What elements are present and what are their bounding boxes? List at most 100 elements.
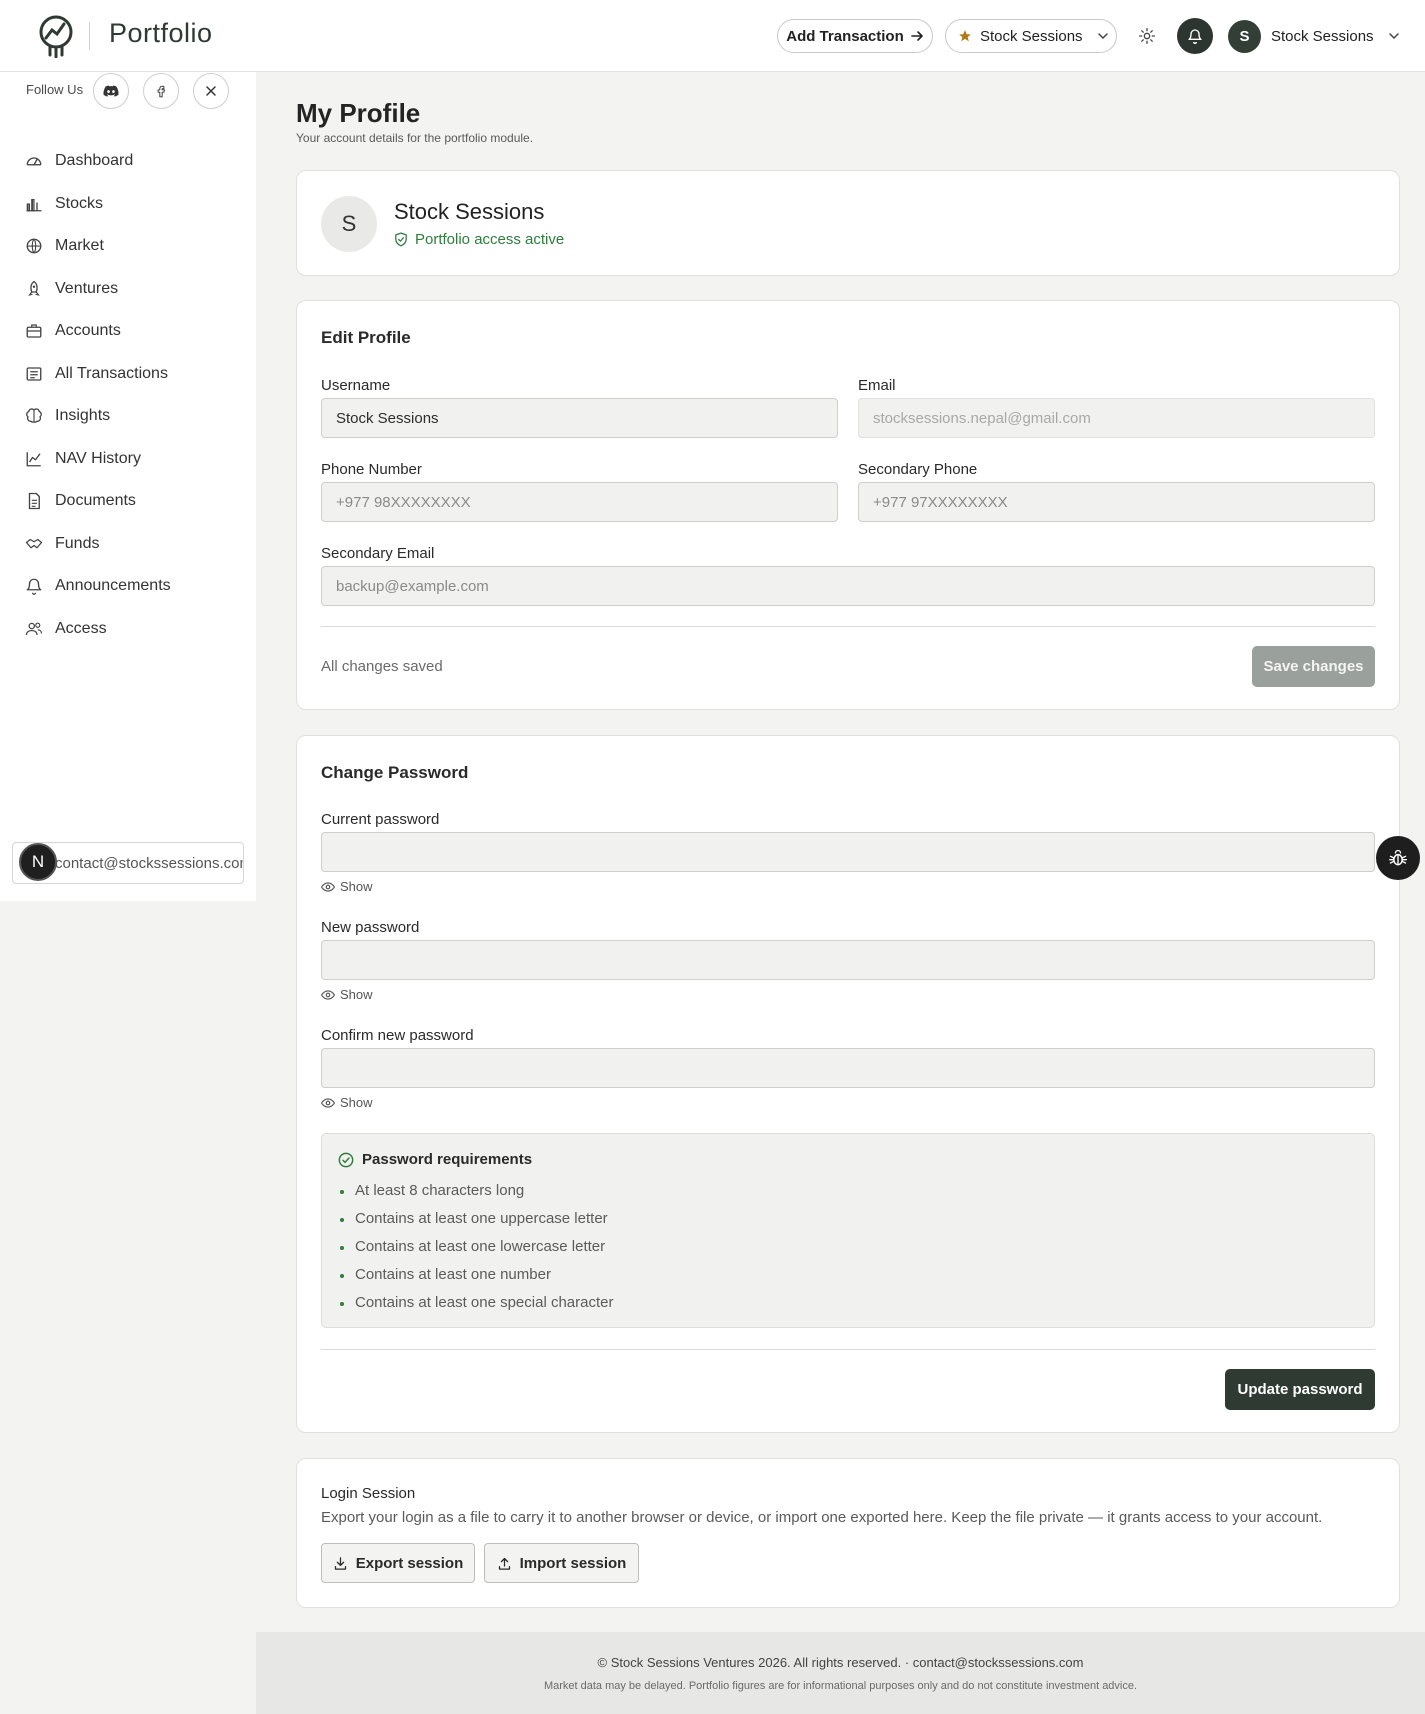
profile-name: Stock Sessions [394,199,545,224]
save-button[interactable]: Save changes [1252,646,1375,687]
upload-icon [498,1557,510,1570]
new-password-label: New password [321,919,420,936]
current-password-label: Current password [321,811,440,828]
x-icon[interactable] [193,73,229,109]
sidebar-item-dashboard[interactable]: Dashboard [0,140,256,183]
portfolio-select-label: Stock Sessions [980,27,1083,45]
sidebar-item-funds[interactable]: Funds [0,523,256,566]
requirement-text: Contains at least one special character [355,1293,614,1311]
requirement-text: Contains at least one number [355,1265,551,1283]
show-new-password-toggle[interactable]: Show [321,987,373,1002]
sidebar-item-label: Documents [55,492,136,510]
edit-profile-title: Edit Profile [321,328,411,347]
confirm-password-label: Confirm new password [321,1027,474,1044]
import-session-button[interactable]: Import session [484,1543,639,1583]
notifications-button[interactable] [1177,18,1213,54]
requirement-text: At least 8 characters long [355,1181,525,1199]
sidebar-item-label: Accounts [55,322,121,340]
requirement-text: Contains at least one uppercase letter [355,1209,608,1227]
brand-logo-icon[interactable] [36,14,76,58]
current-password-input[interactable] [321,832,1375,872]
status-badge: Portfolio access active [394,231,564,248]
sidebar-item-all-transactions[interactable]: All Transactions [0,353,256,396]
list-item: Contains at least one number [340,1260,613,1288]
show-current-password-toggle[interactable]: Show [321,879,373,894]
download-icon [334,1556,346,1570]
users-icon [25,622,43,635]
email-label: Email [858,377,896,394]
sidebar-item-label: Ventures [55,279,119,297]
change-password-title: Change Password [321,763,469,782]
show-label: Show [340,879,373,894]
debug-button[interactable] [1376,836,1420,880]
add-transaction-button[interactable]: Add Transaction [777,19,933,53]
update-password-button[interactable]: Update password [1225,1369,1375,1410]
facebook-icon[interactable] [143,73,179,109]
sidebar-item-nav-history[interactable]: NAV History [0,438,256,481]
profile-summary-card: S Stock Sessions Portfolio access active [296,170,1400,276]
username-field[interactable]: Stock Sessions [321,398,838,438]
top-bar: Portfolio Add Transaction Stock Sessions… [0,0,1425,72]
show-confirm-password-toggle[interactable]: Show [321,1095,373,1110]
divider [321,1349,1375,1350]
requirements-list: At least 8 characters long Contains at l… [340,1176,613,1316]
footer-disclaimer: Market data may be delayed. Portfolio fi… [543,1680,1138,1692]
sidebar-item-label: Access [55,619,107,637]
access-status-text: Portfolio access active [415,231,565,248]
sidebar-item-stocks[interactable]: Stocks [0,183,256,226]
shield-check-icon [395,232,407,247]
sidebar-item-insights[interactable]: Insights [0,395,256,438]
sidebar: Follow Us Dashboard Stocks Market Ventur… [0,72,256,901]
bar-chart-icon [26,198,42,212]
bug-icon [1389,849,1407,866]
sun-icon[interactable] [1135,24,1159,48]
divider [321,626,1375,627]
login-session-title: Login Session [321,1485,416,1502]
chevron-down-icon [1097,33,1108,40]
assistant-launcher-button[interactable]: N [19,843,57,881]
sidebar-item-label: Stocks [55,194,104,212]
email-field: stocksessions.nepal@gmail.com [858,398,1375,438]
sidebar-item-access[interactable]: Access [0,608,256,651]
secondary-phone-label: Secondary Phone [858,461,978,478]
avatar: S [1228,19,1261,53]
brain-icon [26,408,42,424]
sidebar-item-accounts[interactable]: Accounts [0,310,256,353]
requirements-title-text: Password requirements [362,1151,533,1168]
secondary-phone-field[interactable]: +977 97XXXXXXXX [858,482,1375,522]
sidebar-item-market[interactable]: Market [0,225,256,268]
sidebar-item-label: All Transactions [55,364,168,382]
new-password-input[interactable] [321,940,1375,980]
edit-profile-card: Edit Profile Username Stock Sessions Ema… [296,300,1400,710]
portfolio-select[interactable]: Stock Sessions [945,19,1117,53]
brand-name[interactable]: Portfolio [109,18,213,49]
eye-icon [321,989,335,1000]
list-item: Contains at least one lowercase letter [340,1232,613,1260]
eye-icon [321,1097,335,1108]
user-menu[interactable]: S Stock Sessions [1228,19,1400,53]
secondary-email-label: Secondary Email [321,545,435,562]
export-session-button[interactable]: Export session [321,1543,475,1583]
briefcase-icon [26,324,42,338]
confirm-password-input[interactable] [321,1048,1375,1088]
star-icon [959,30,971,42]
page-title: My Profile [296,98,421,128]
rocket-icon [28,280,40,296]
page-subtitle: Your account details for the portfolio m… [296,131,534,145]
phone-label: Phone Number [321,461,422,478]
sidebar-item-ventures[interactable]: Ventures [0,268,256,311]
sidebar-item-announcements[interactable]: Announcements [0,565,256,608]
password-requirements: Password requirements At least 8 charact… [321,1133,1375,1328]
requirement-text: Contains at least one lowercase letter [355,1237,606,1255]
save-status-text: All changes saved [321,658,443,675]
username-label: Username [321,377,391,394]
list-item: At least 8 characters long [340,1176,613,1204]
globe-icon [26,238,42,254]
document-icon [28,493,40,510]
sidebar-item-label: Announcements [55,577,171,595]
list-item: Contains at least one special character [340,1288,613,1316]
phone-field[interactable]: +977 98XXXXXXXX [321,482,838,522]
discord-icon[interactable] [93,73,129,109]
sidebar-item-documents[interactable]: Documents [0,480,256,523]
secondary-email-field[interactable]: backup@example.com [321,566,1375,606]
